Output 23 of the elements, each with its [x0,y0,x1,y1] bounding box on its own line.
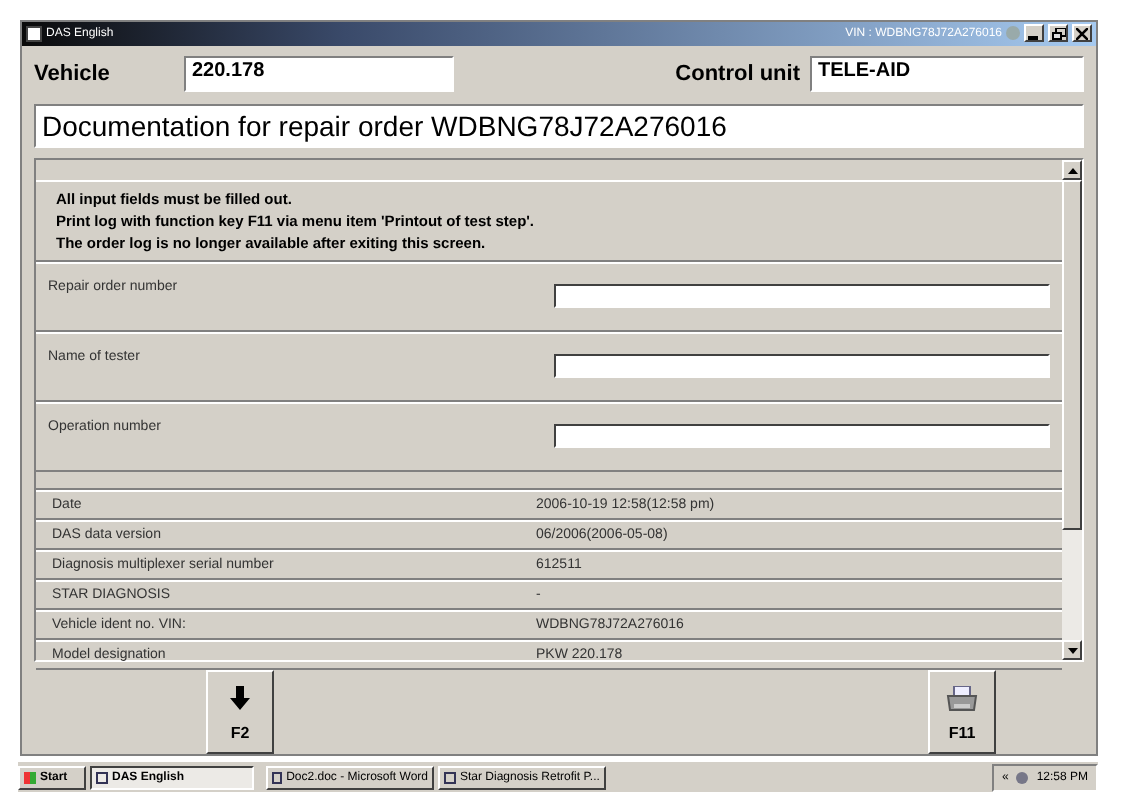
input-field[interactable] [554,424,1050,448]
scroll-up-icon[interactable] [1062,160,1082,180]
close-button[interactable] [1072,24,1092,43]
vehicle-field: 220.178 [184,56,454,93]
scroll-thumb[interactable] [1062,180,1082,530]
control-unit-label: Control unit [675,62,800,87]
restore-icon [1051,27,1065,40]
restore-button[interactable] [1048,24,1068,43]
app-icon [26,25,42,42]
scroll-down-icon[interactable] [1062,640,1082,660]
printer-icon [946,686,978,712]
vehicle-label: Vehicle [34,62,112,87]
input-field[interactable] [554,284,1050,308]
down-arrow-icon [230,686,250,711]
tray-icon[interactable] [1016,771,1029,783]
control-unit-field: TELE-AID [810,56,1084,93]
close-icon [1076,27,1088,40]
function-key-button[interactable]: F11 [928,670,996,754]
input-field[interactable] [554,354,1050,378]
minimize-button[interactable] [1024,24,1044,43]
page-heading: Documentation for repair order WDBNG78J72A276016 [34,104,1084,148]
scrollbar[interactable] [1062,160,1082,660]
function-key-button[interactable]: F2 [206,670,274,754]
